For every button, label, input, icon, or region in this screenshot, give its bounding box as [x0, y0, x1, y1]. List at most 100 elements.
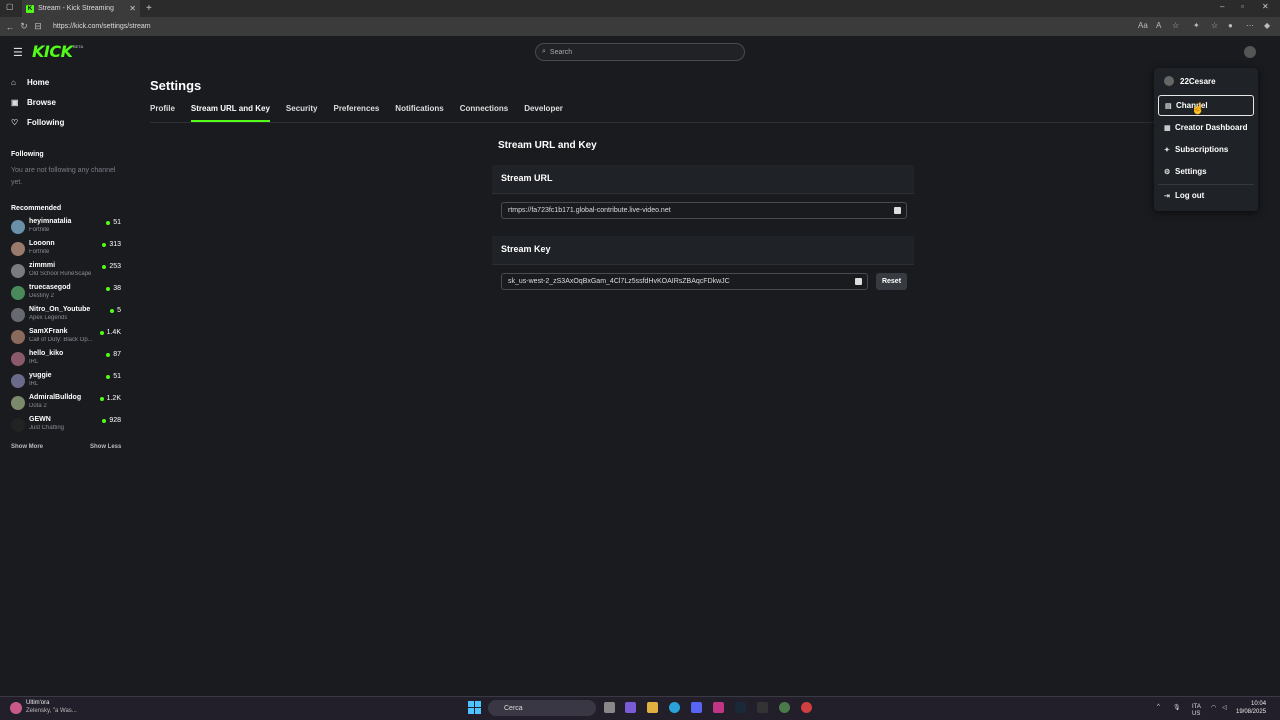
menu-item-creator-dashboard[interactable]: ▦ Creator Dashboard [1158, 117, 1254, 138]
favorites-icon[interactable]: ☆ [1211, 21, 1218, 30]
kick-logo[interactable]: KICK [32, 42, 73, 61]
discord-icon[interactable] [691, 702, 702, 713]
avatar [11, 242, 25, 256]
recommended-item[interactable]: Nitro_On_Youtube Apex Legends 5 [11, 305, 123, 325]
stream-url-card: Stream URL [492, 165, 914, 194]
menu-item-logout[interactable]: ⇥ Log out [1158, 185, 1254, 206]
instagram-icon[interactable] [713, 702, 724, 713]
tab-actions-icon[interactable]: ▢ [6, 2, 14, 11]
tray-chevron-icon[interactable]: ^ [1157, 704, 1160, 710]
user-menu-header[interactable]: 22Cesare [1164, 76, 1216, 86]
copilot-icon[interactable]: ◆ [1264, 21, 1270, 30]
copy-key-icon[interactable] [855, 278, 862, 285]
extensions-icon[interactable]: ✦ [1193, 21, 1200, 30]
sidebar-item-following[interactable]: ♡ Following [11, 118, 64, 127]
recommended-item[interactable]: zimmmi Old School RuneScape 253 [11, 261, 123, 281]
reset-key-button[interactable]: Reset [876, 273, 907, 290]
news-title: Ultim'ora [26, 700, 50, 706]
avatar [11, 418, 25, 432]
tab-connections[interactable]: Connections [460, 104, 508, 122]
channel-category: Old School RuneScape [29, 271, 92, 277]
stream-key-value: sk_us-west-2_zS3AxOqBxGam_4Cl7Lz5ssfdHvK… [508, 278, 730, 285]
chrome-icon[interactable] [779, 702, 790, 713]
favorite-icon[interactable]: ☆ [1172, 21, 1179, 30]
maximize-icon[interactable]: ▫ [1241, 2, 1244, 11]
task-view-icon[interactable] [604, 702, 615, 713]
tab-stream-url-and-key[interactable]: Stream URL and Key [190, 104, 270, 122]
live-dot-icon [106, 286, 111, 291]
refresh-icon[interactable]: ↻ [17, 21, 31, 32]
taskbar-search[interactable]: Cerca [488, 700, 596, 716]
avatar [1164, 76, 1174, 86]
avatar [11, 330, 25, 344]
tab-profile[interactable]: Profile [150, 104, 175, 122]
recommended-item[interactable]: Looonn Fortnite 313 [11, 239, 123, 259]
menu-item-subscriptions[interactable]: ✦ Subscriptions [1158, 139, 1254, 160]
stream-key-field[interactable]: sk_us-west-2_zS3AxOqBxGam_4Cl7Lz5ssfdHvK… [501, 273, 868, 290]
language-indicator[interactable]: ITA US [1192, 704, 1201, 718]
viewer-count: 928 [102, 417, 121, 424]
section-title: Stream URL and Key [498, 140, 597, 151]
recommended-item[interactable]: SamXFrank Call of Duty: Black Op... 1.4K [11, 327, 123, 347]
recommended-item[interactable]: yuggie IRL 51 [11, 371, 123, 391]
address-bar: ← ↻ ⊟ https://kick.com/settings/stream [0, 17, 1280, 36]
tab-security[interactable]: Security [286, 104, 318, 122]
app-icon[interactable] [801, 702, 812, 713]
tab-title: Stream - Kick Streaming [38, 5, 114, 12]
show-more-button[interactable]: Show More [11, 444, 43, 450]
tab-preferences[interactable]: Preferences [333, 104, 379, 122]
live-dot-icon [110, 308, 115, 313]
recommended-item[interactable]: GEWN Just Chatting 928 [11, 415, 123, 435]
url-field[interactable]: https://kick.com/settings/stream [53, 23, 151, 30]
recommended-item[interactable]: AdmiralBulldog Dota 2 1.2K [11, 393, 123, 413]
menu-item-settings[interactable]: ⚙ Settings [1158, 161, 1254, 182]
show-less-button[interactable]: Show Less [90, 444, 121, 450]
menu-item-channel[interactable]: ▤ Channel [1158, 95, 1254, 116]
recommended-item[interactable]: heyimnatalia Fortnite 51 [11, 217, 123, 237]
translate-icon[interactable]: A [1156, 21, 1161, 30]
mic-icon[interactable]: 🎙 [1173, 704, 1181, 711]
copilot-app-icon[interactable] [625, 702, 636, 713]
copy-url-icon[interactable] [894, 207, 901, 214]
channel-category: IRL [29, 359, 39, 365]
dashboard-icon: ▦ [1164, 124, 1171, 132]
read-aloud-icon[interactable]: Aa [1138, 21, 1148, 30]
edge-icon[interactable] [669, 702, 680, 713]
search-input[interactable]: ⌕ Search [535, 43, 745, 61]
channel-name: Nitro_On_Youtube [29, 306, 91, 313]
close-tab-icon[interactable]: ✕ [129, 4, 136, 13]
live-dot-icon [106, 352, 111, 357]
start-icon[interactable] [468, 701, 481, 714]
profile-icon[interactable]: ● [1228, 21, 1233, 30]
channel-category: Fortnite [29, 227, 50, 233]
steam-icon[interactable] [735, 702, 746, 713]
menu-icon[interactable]: ☰ [13, 46, 23, 59]
stream-url-field[interactable]: rtmps://fa723fc1b171.global-contribute.l… [501, 202, 907, 219]
search-icon: ⌕ [542, 48, 546, 55]
back-icon[interactable]: ← [3, 22, 17, 32]
new-tab-icon[interactable]: + [146, 3, 152, 14]
taskbar-search-label: Cerca [504, 704, 523, 712]
more-icon[interactable]: ⋯ [1246, 21, 1254, 30]
user-avatar[interactable] [1244, 46, 1256, 58]
user-menu: 22Cesare ▤ Channel ▦ Creator Dashboard ✦… [1154, 68, 1258, 211]
close-window-icon[interactable]: ✕ [1262, 2, 1269, 11]
volume-icon[interactable]: ◁ [1222, 704, 1227, 711]
viewer-count-value: 5 [117, 307, 121, 314]
news-text: Zelensky, "a Was... [26, 708, 77, 714]
system-clock[interactable]: 10:04 19/08/2025 [1236, 700, 1266, 716]
file-explorer-icon[interactable] [647, 702, 658, 713]
site-info-icon[interactable]: ⊟ [31, 21, 45, 32]
tab-notifications[interactable]: Notifications [395, 104, 443, 122]
recommended-item[interactable]: truecasegod Destiny 2 38 [11, 283, 123, 303]
viewer-count-value: 253 [109, 263, 121, 270]
tab-developer[interactable]: Developer [524, 104, 563, 122]
terminal-icon[interactable] [757, 702, 768, 713]
browser-tab[interactable]: K Stream - Kick Streaming ✕ [22, 0, 140, 17]
sidebar-item-home[interactable]: ⌂ Home [11, 78, 49, 87]
minimize-icon[interactable]: – [1220, 2, 1224, 11]
sidebar-item-browse[interactable]: ▣ Browse [11, 98, 56, 107]
avatar [11, 308, 25, 322]
wifi-icon[interactable]: ◠ [1211, 704, 1216, 711]
recommended-item[interactable]: hello_kiko IRL 87 [11, 349, 123, 369]
